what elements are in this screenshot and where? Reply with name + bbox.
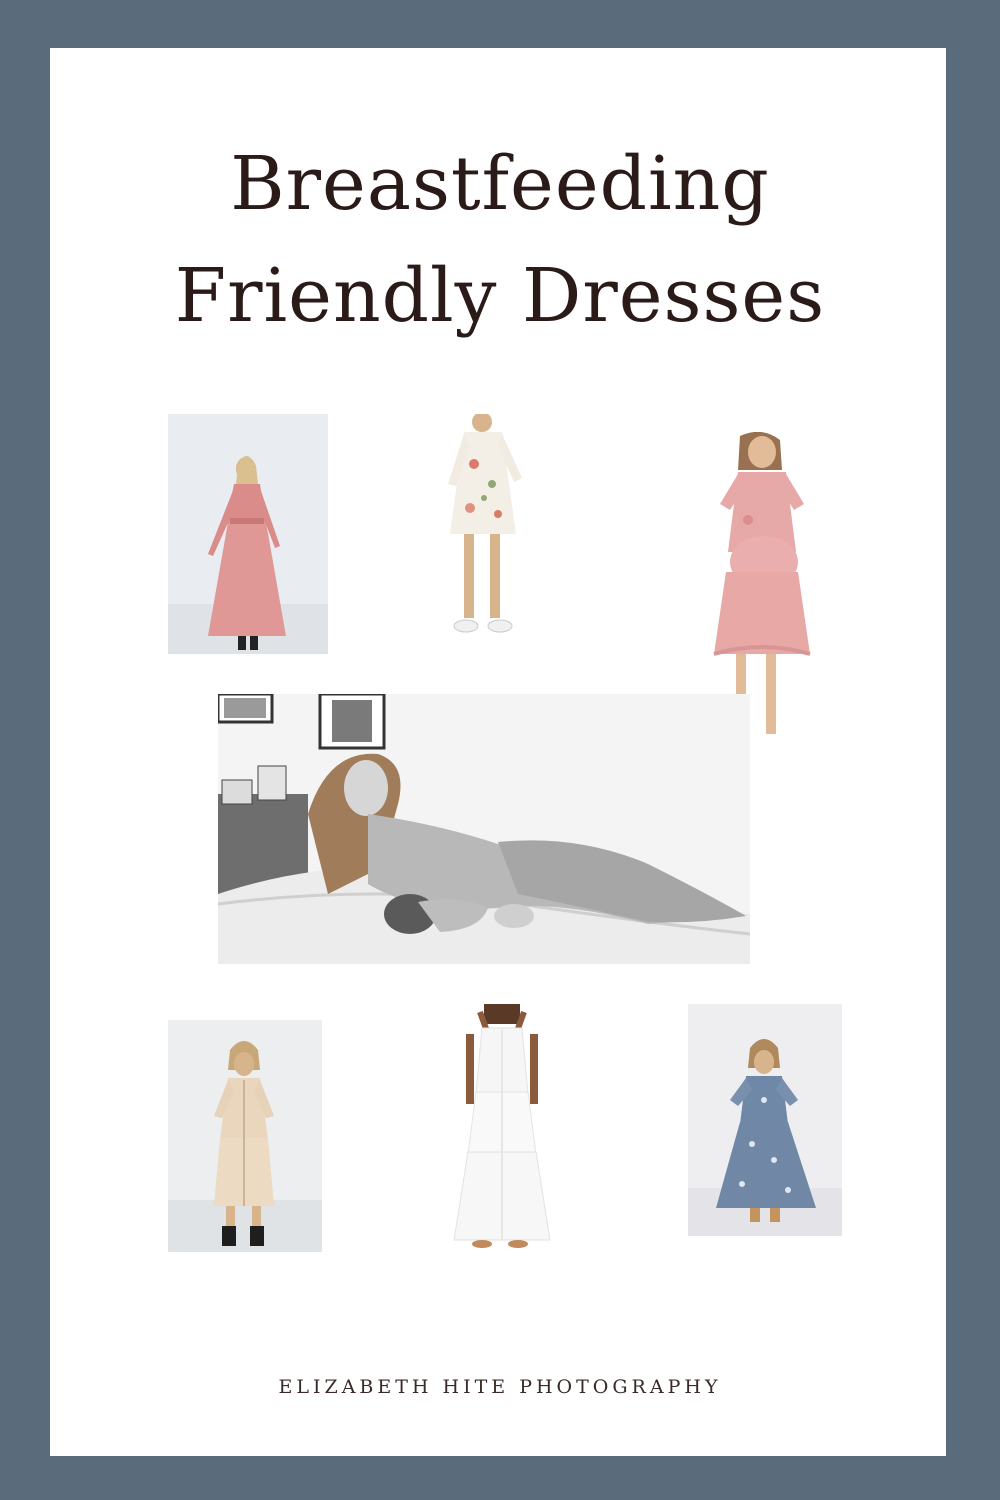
- photographer-credit: ELIZABETH HITE PHOTOGRAPHY: [278, 1376, 722, 1398]
- floral-shirt-dress-photo: [426, 414, 542, 640]
- title-line-2: Friendly Dresses: [174, 253, 826, 339]
- breastfeeding-scene-photo: [218, 694, 750, 964]
- page-title: Breastfeeding Friendly Dresses: [0, 128, 1000, 352]
- white-tiered-maxi-dress-photo: [440, 1004, 564, 1252]
- blue-floral-maxi-dress-photo: [688, 1004, 842, 1236]
- title-line-1: Breastfeeding: [230, 141, 770, 227]
- beige-button-midi-dress-photo: [168, 1020, 322, 1252]
- pink-wrap-maxi-dress-photo: [168, 414, 328, 654]
